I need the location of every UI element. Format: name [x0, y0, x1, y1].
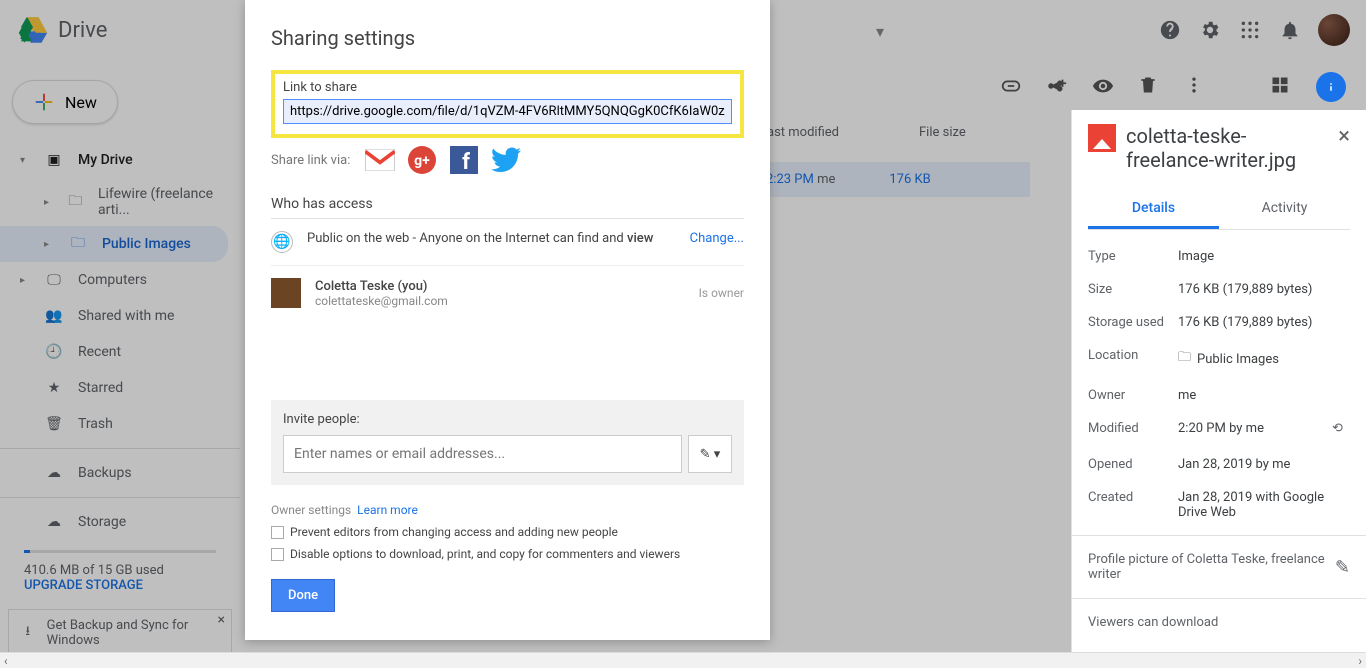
globe-icon: 🌐 [271, 231, 293, 253]
details-panel: coletta-teske-freelance-writer.jpg × Det… [1071, 110, 1366, 652]
preview-icon[interactable] [1092, 75, 1116, 99]
folder-icon: 🗀 [1178, 348, 1191, 370]
who-has-access-title: Who has access [271, 196, 744, 212]
svg-text:f: f [462, 150, 470, 174]
sharing-dialog: Sharing settings Link to share Share lin… [245, 0, 770, 640]
invite-input[interactable] [283, 435, 682, 473]
owner-name: Coletta Teske (you) [315, 279, 448, 294]
dialog-title: Sharing settings [271, 26, 744, 50]
horizontal-scrollbar[interactable]: ‹› [0, 652, 1366, 668]
twitter-icon[interactable] [490, 144, 522, 176]
link-share-label: Link to share [283, 80, 732, 95]
file-thumbnail-icon [1088, 124, 1116, 152]
close-icon[interactable]: × [1338, 124, 1350, 149]
info-icon[interactable] [1316, 72, 1346, 102]
share-via-label: Share link via: [271, 153, 350, 168]
file-description: Profile picture of Coletta Teske, freela… [1088, 552, 1325, 582]
file-title: coletta-teske-freelance-writer.jpg [1126, 124, 1328, 172]
gmail-icon[interactable] [364, 144, 396, 176]
edit-icon[interactable]: ✎ [1335, 557, 1350, 578]
done-button[interactable]: Done [271, 579, 335, 612]
owner-label: Is owner [699, 286, 744, 300]
change-access-link[interactable]: Change... [690, 231, 744, 246]
access-owner-row: Coletta Teske (you) colettateske@gmail.c… [271, 266, 744, 320]
tab-details[interactable]: Details [1088, 190, 1219, 229]
share-link-input[interactable] [283, 99, 732, 124]
invite-label: Invite people: [283, 412, 732, 427]
viewers-permission: Viewers can download [1088, 615, 1218, 630]
invite-block: Invite people: ✎ ▾ [271, 400, 744, 485]
more-actions-icon[interactable] [1184, 75, 1208, 99]
owner-email: colettateske@gmail.com [315, 294, 448, 308]
get-link-icon[interactable] [1000, 75, 1024, 99]
access-public-row: 🌐 Public on the web - Anyone on the Inte… [271, 219, 744, 266]
grid-view-icon[interactable] [1270, 75, 1294, 99]
disable-download-checkbox[interactable] [271, 548, 284, 561]
share-icon[interactable] [1046, 75, 1070, 99]
invite-permission-button[interactable]: ✎ ▾ [688, 435, 732, 473]
delete-icon[interactable] [1138, 75, 1162, 99]
googleplus-icon[interactable]: g+ [406, 144, 438, 176]
tab-activity[interactable]: Activity [1219, 190, 1350, 229]
learn-more-link[interactable]: Learn more [357, 503, 418, 517]
facebook-icon[interactable]: f [448, 144, 480, 176]
link-share-highlight: Link to share [271, 70, 744, 138]
history-icon[interactable]: ⟲ [1332, 421, 1350, 439]
owner-avatar [271, 278, 301, 308]
svg-text:g+: g+ [415, 153, 431, 169]
location-folder[interactable]: 🗀Public Images [1178, 348, 1279, 370]
prevent-editors-checkbox[interactable] [271, 526, 284, 539]
